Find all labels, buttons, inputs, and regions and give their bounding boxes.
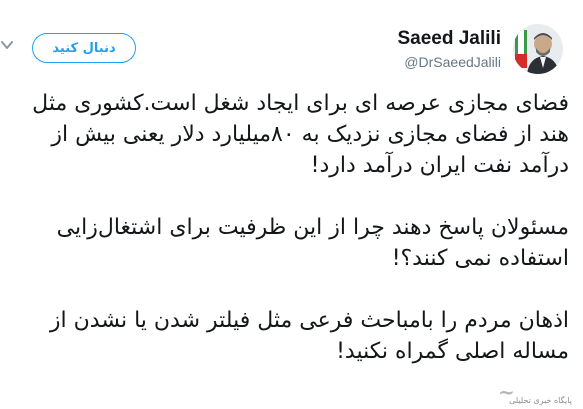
tweet-paragraph: اذهان مردم را بامباحث فرعی مثل فیلتر شدن… <box>49 308 569 364</box>
watermark-icon: ~ <box>498 380 515 404</box>
tweet-card: دنبال کنید Saeed Jalili @DrSaeedJalili ف… <box>0 0 583 409</box>
follow-button[interactable]: دنبال کنید <box>32 33 136 63</box>
tweet-paragraph: مسئولان پاسخ دهند چرا از این ظرفیت برای … <box>56 215 569 271</box>
user-handle[interactable]: @DrSaeedJalili <box>404 54 501 70</box>
watermark-logo: ~ پایگاه خبری تحلیلی <box>498 380 583 409</box>
watermark-text: پایگاه خبری تحلیلی <box>509 396 572 405</box>
avatar[interactable] <box>513 24 563 74</box>
tweet-paragraph: فضای مجازی عرصه ای برای ایجاد شغل است.کش… <box>32 91 569 178</box>
chevron-down-icon[interactable] <box>0 38 14 52</box>
tweet-text: فضای مجازی عرصه ای برای ایجاد شغل است.کش… <box>9 88 569 367</box>
tweet-header: دنبال کنید Saeed Jalili @DrSaeedJalili <box>0 0 583 80</box>
display-name[interactable]: Saeed Jalili <box>397 28 501 50</box>
